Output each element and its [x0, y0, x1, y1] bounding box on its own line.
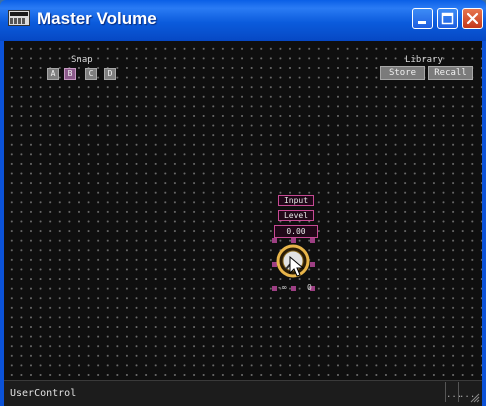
snap-button-c[interactable]: C [85, 68, 97, 80]
selection-handle[interactable] [291, 238, 296, 243]
input-label[interactable]: Input [278, 195, 314, 206]
snap-button-b[interactable]: B [64, 68, 76, 80]
library-store-button[interactable]: Store [380, 66, 425, 80]
title-bar[interactable]: Master Volume [0, 0, 486, 41]
snap-button-d[interactable]: D [104, 68, 116, 80]
app-icon [8, 10, 30, 26]
close-button[interactable] [462, 8, 483, 29]
minimize-button[interactable] [412, 8, 433, 29]
resize-grip-icon[interactable] [470, 393, 480, 403]
selection-handle[interactable] [291, 286, 296, 291]
close-icon [466, 12, 479, 25]
window-frame-right [482, 41, 486, 406]
editor-canvas[interactable] [4, 41, 482, 380]
range-max-label: 0 [307, 283, 312, 292]
maximize-button[interactable] [437, 8, 458, 29]
snap-label: Snap [71, 55, 93, 65]
status-text: UserControl [10, 388, 77, 399]
level-value-field[interactable]: 0.00 [274, 225, 318, 238]
maximize-icon [441, 12, 454, 25]
mouse-pointer-icon [289, 256, 305, 277]
selection-handle[interactable] [272, 238, 277, 243]
selection-handle[interactable] [310, 238, 315, 243]
master-volume-window: Master Volume Snap A B C D Library Store… [0, 0, 486, 406]
window-title: Master Volume [37, 9, 157, 28]
minimize-icon [418, 21, 426, 24]
snap-button-a[interactable]: A [47, 68, 59, 80]
library-recall-button[interactable]: Recall [428, 66, 473, 80]
status-pane: ... [445, 382, 462, 402]
range-min-label: -∞ [277, 283, 287, 292]
library-label: Library [405, 55, 443, 65]
selection-handle[interactable] [310, 262, 315, 267]
level-label[interactable]: Level [278, 210, 314, 221]
